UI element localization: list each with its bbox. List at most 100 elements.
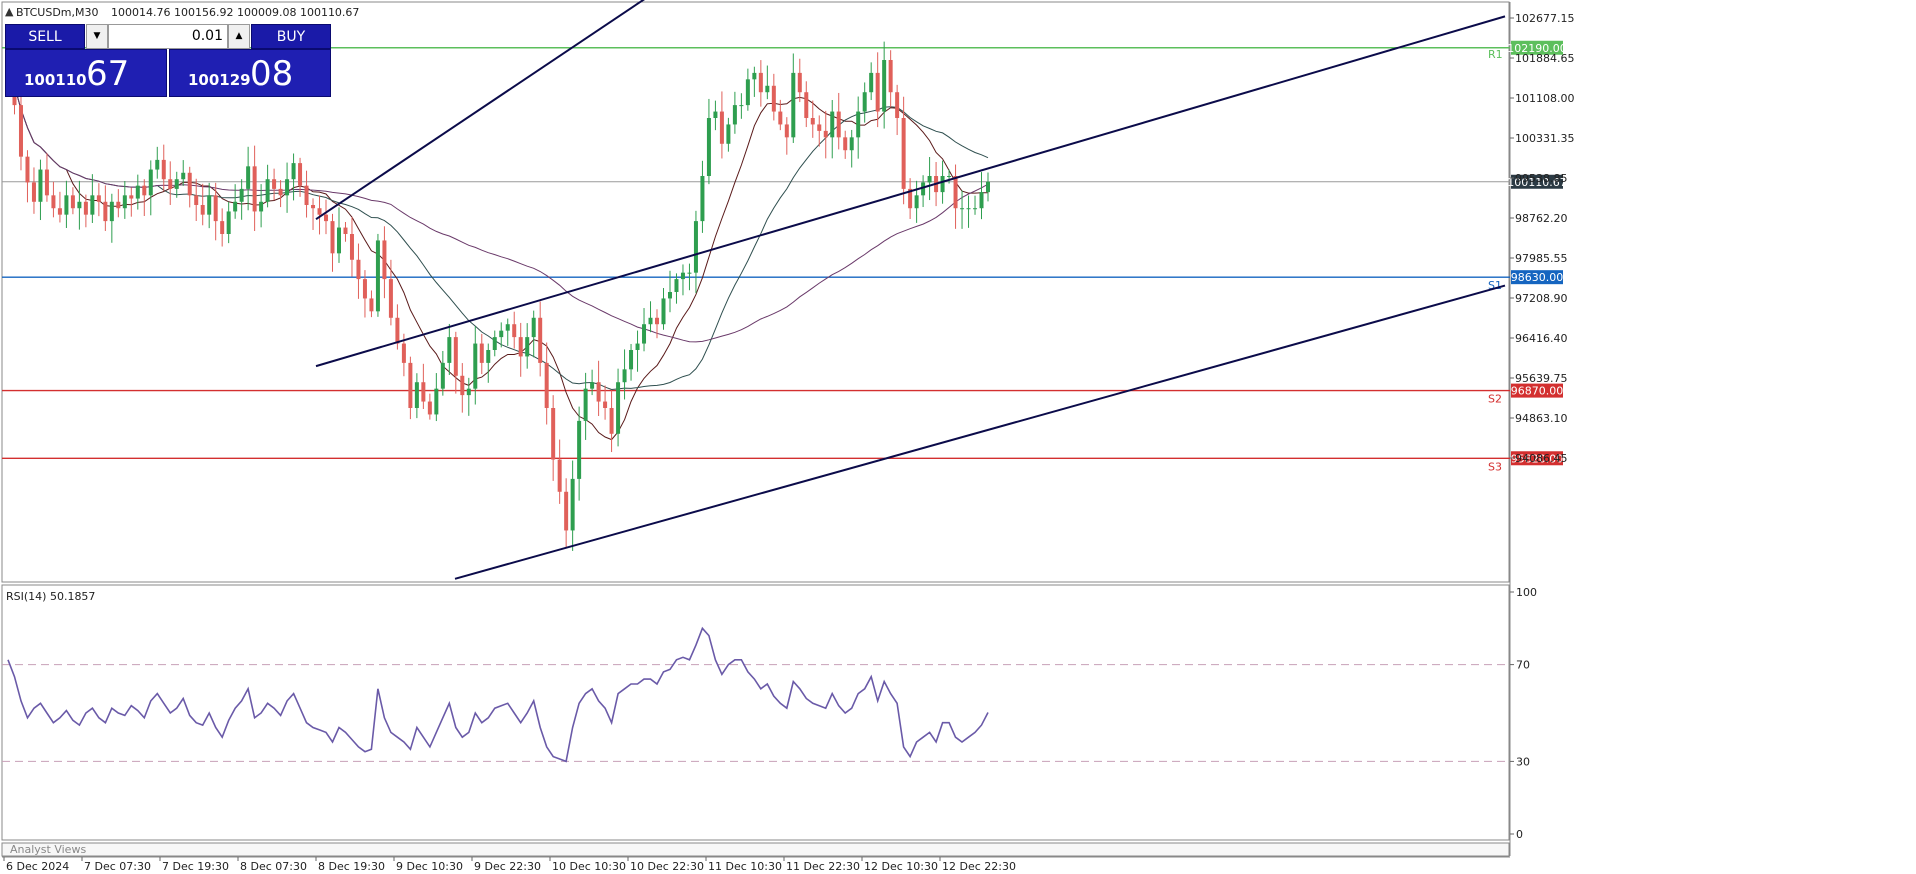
candle-body (187, 172, 192, 196)
candle-body (843, 137, 848, 151)
candle-body (194, 195, 199, 205)
price-axis-label: 95639.75 (1515, 372, 1568, 385)
candle-body (207, 195, 212, 215)
candle-body (577, 420, 582, 479)
candle-body (973, 208, 978, 210)
time-axis-label: 12 Dec 10:30 (864, 860, 938, 873)
candle-body (667, 292, 672, 299)
candle-body (875, 72, 880, 112)
candle-body (986, 181, 990, 193)
sell-price-prefix: 100110 (24, 71, 87, 89)
price-axis-label: 96416.40 (1515, 332, 1568, 345)
candle-body (869, 72, 874, 93)
rsi-axis-label: 100 (1516, 586, 1537, 599)
candle-body (784, 124, 789, 138)
candle-body (408, 362, 413, 408)
candle-body (70, 195, 75, 209)
time-axis-label: 9 Dec 10:30 (396, 860, 463, 873)
chart-header-arrow[interactable]: ▲ (5, 5, 14, 18)
candle-body (538, 317, 543, 363)
candle-body (771, 85, 776, 112)
candle-body (687, 272, 692, 274)
candle-body (966, 208, 971, 210)
price-axis-label: 97208.90 (1515, 292, 1568, 305)
price-axis-label: 101108.00 (1515, 92, 1575, 105)
sell-button[interactable]: SELL (5, 24, 85, 49)
candle-body (213, 195, 218, 222)
candle-body (590, 382, 595, 389)
rsi-label: RSI(14) 50.1857 (6, 590, 95, 603)
candle-body (181, 172, 186, 180)
candle-body (674, 279, 679, 292)
candle-body (129, 195, 134, 199)
candle-body (51, 195, 56, 209)
price-axis-label: 100331.35 (1515, 132, 1575, 145)
level-tag: S2 (1488, 393, 1502, 406)
buy-button[interactable]: BUY (251, 24, 331, 49)
time-axis-label: 11 Dec 10:30 (708, 860, 782, 873)
candle-body (629, 350, 634, 370)
candle-body (648, 317, 653, 325)
candle-body (25, 156, 30, 183)
candle-body (421, 382, 426, 402)
candle-body (135, 185, 140, 199)
candle-body (622, 369, 627, 383)
candle-body (947, 176, 952, 177)
candle-body (83, 201, 88, 215)
candle-body (661, 298, 666, 325)
candle-body (155, 159, 160, 170)
candle-body (544, 362, 549, 408)
one-click-trading-panel: SELL ▼ 0.01 ▲ BUY 100110 67 100129 08 (5, 24, 331, 97)
price-axis-label: 97985.55 (1515, 252, 1568, 265)
candle-body (655, 317, 660, 325)
lot-decrease-button[interactable]: ▼ (86, 24, 108, 49)
candle-body (752, 72, 757, 80)
lot-increase-button[interactable]: ▲ (228, 24, 250, 49)
candle-body (116, 201, 121, 209)
buy-price-box[interactable]: 100129 08 (169, 49, 331, 97)
candle-body (447, 337, 452, 363)
candle-body (979, 192, 984, 209)
candle-body (726, 124, 731, 144)
candle-body (317, 208, 322, 215)
rsi-axis-label: 0 (1516, 828, 1523, 841)
candle-body (77, 201, 82, 209)
candle-body (311, 205, 316, 209)
candle-body (862, 92, 867, 112)
candle-body (356, 259, 361, 280)
candle-body (778, 111, 783, 125)
sell-price-box[interactable]: 100110 67 (5, 49, 167, 97)
candle-body (603, 401, 608, 408)
candle-body (200, 205, 205, 215)
candle-body (895, 92, 900, 118)
lot-size-input[interactable]: 0.01 (108, 24, 228, 49)
candle-body (479, 343, 484, 363)
candle-body (278, 188, 283, 196)
candle-body (557, 459, 562, 492)
candle-body (882, 60, 887, 112)
price-axis-label: 98762.20 (1515, 212, 1568, 225)
candle-body (486, 350, 491, 363)
candle-body (596, 382, 601, 402)
chart-symbol: BTCUSDm,M30 (16, 6, 99, 19)
candle-body (713, 111, 718, 118)
candle-body (817, 124, 822, 131)
candle-body (401, 343, 406, 363)
candle-body (512, 324, 517, 338)
candle-body (745, 79, 750, 106)
time-axis-label: 10 Dec 22:30 (630, 860, 704, 873)
candle-body (382, 240, 387, 280)
candle-body (823, 130, 828, 138)
candle-body (518, 337, 523, 357)
time-axis-label: 8 Dec 19:30 (318, 860, 385, 873)
candle-body (460, 375, 465, 396)
candle-body (388, 279, 393, 318)
candle-body (609, 408, 614, 434)
candle-body (265, 179, 270, 202)
candle-body (395, 317, 400, 344)
candle-body (797, 72, 802, 93)
analyst-panel-frame (1, 842, 1510, 857)
candle-body (122, 195, 127, 209)
candle-body (804, 92, 809, 118)
candle-body (635, 343, 640, 350)
